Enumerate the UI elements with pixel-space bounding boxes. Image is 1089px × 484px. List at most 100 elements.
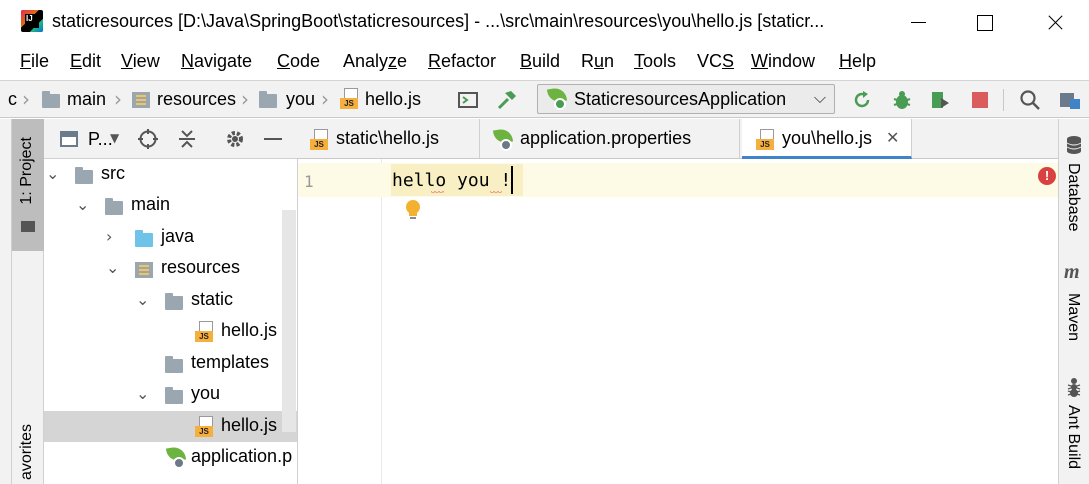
tree-node-application-properties[interactable]: application.p [44,442,297,473]
menu-view[interactable]: View [121,51,160,72]
run-with-coverage-icon[interactable] [929,89,951,111]
menu-help[interactable]: Help [839,51,876,72]
expanded-arrow-icon[interactable]: ⌄ [136,290,149,309]
spring-properties-icon [165,445,187,469]
gear-icon[interactable] [224,128,246,150]
code-line[interactable]: hello you ! [392,170,511,191]
js-file-icon: JS [310,129,330,151]
js-file-icon: JS [195,321,215,343]
tree-node-resources[interactable]: ⌄ resources [44,253,297,284]
minimize-button[interactable] [895,6,941,38]
project-view-icon [60,131,78,147]
tree-label: src [101,163,125,183]
menu-window[interactable]: Window [751,51,815,72]
breadcrumb-item-you[interactable]: you [286,89,315,110]
favorites-tool-label[interactable]: avorites [18,424,36,480]
search-icon[interactable] [1019,89,1041,111]
tree-node-you-hello-js[interactable]: JS hello.js [44,411,297,442]
menu-vcs[interactable]: VCS [697,51,734,72]
tree-node-you[interactable]: ⌄ you [44,379,297,410]
menu-file[interactable]: File [20,51,49,72]
menu-code[interactable]: Code [277,51,320,72]
toolbar-divider [1003,89,1004,111]
expanded-arrow-icon[interactable]: ⌄ [46,164,59,183]
breadcrumb-separator: › [241,87,249,111]
close-tab-icon[interactable]: ✕ [886,128,899,147]
right-tool-stripe: Database m Maven Ant Build [1058,119,1089,484]
tree-label: templates [191,352,270,372]
run-configuration-select[interactable]: StaticresourcesApplication ⌵ [537,84,835,114]
text-caret [511,166,513,194]
project-tool-window-button[interactable]: 1: Project [12,119,44,251]
intention-bulb-icon[interactable] [403,198,423,222]
close-window-button[interactable] [1030,6,1076,38]
menu-edit[interactable]: Edit [70,51,101,72]
menu-navigate[interactable]: Navigate [181,51,252,72]
expanded-arrow-icon[interactable]: ⌄ [76,195,89,214]
spelling-underline [490,191,502,195]
project-tree-scrollbar[interactable] [282,210,296,432]
tree-node-java[interactable]: › java [44,222,297,253]
tree-node-static-hello-js[interactable]: JS hello.js [44,316,297,347]
debug-bug-icon[interactable] [891,89,913,111]
project-tree: ⌄ src ⌄ main › java ⌄ resources ⌄ static… [44,159,298,484]
spelling-underline [431,191,444,195]
folder-icon [259,91,277,108]
build-hammer-icon[interactable] [496,89,518,111]
menu-run[interactable]: Run [581,51,614,72]
error-indicator-icon[interactable]: ! [1038,167,1056,185]
project-view-selector[interactable]: P... [88,129,113,150]
folder-icon [165,356,183,373]
database-tool-label[interactable]: Database [1064,163,1082,232]
breadcrumb-separator: › [22,87,30,111]
expanded-arrow-icon[interactable]: ⌄ [106,258,119,277]
chevron-down-icon[interactable]: ▼ [110,131,119,145]
folder-icon [21,221,35,232]
breadcrumb-item-hello-js[interactable]: hello.js [365,89,421,110]
js-file-icon: JS [340,88,360,110]
collapse-all-icon[interactable] [176,128,198,150]
tree-label: you [191,383,221,403]
breadcrumb-item-main[interactable]: main [67,89,106,110]
ant-build-tool-label[interactable]: Ant Build [1064,405,1082,469]
tab-you-hello-js[interactable]: JS you\hello.js ✕ [742,119,912,159]
expanded-arrow-icon[interactable]: ⌄ [136,384,149,403]
menu-bar: File Edit View Navigate Code Analyze Refactor B… [0,44,1089,78]
tree-node-src[interactable]: ⌄ src [44,159,297,190]
project-structure-icon[interactable] [1058,89,1080,111]
console-icon[interactable] [457,89,479,111]
maven-icon: m [1064,261,1080,283]
window-title: staticresources [D:\Java\SpringBoot\stat… [52,11,825,31]
tree-label: hello.js [221,320,278,340]
stop-icon[interactable] [969,89,991,111]
chevron-down-icon: ⌵ [813,88,826,107]
maximize-button[interactable] [962,6,1008,38]
menu-tools[interactable]: Tools [634,51,676,72]
locate-file-icon[interactable] [137,128,159,150]
menu-analyze[interactable]: Analyze [343,51,407,72]
menu-build[interactable]: Build [520,51,560,72]
tab-label: application.properties [520,128,692,148]
tab-label: you\hello.js [782,128,873,148]
tree-node-main[interactable]: ⌄ main [44,190,297,221]
resources-folder-icon [135,262,153,278]
tree-label: java [161,226,195,246]
breadcrumb-separator: › [321,87,329,111]
tree-node-static[interactable]: ⌄ static [44,285,297,316]
tree-label: application.p [191,446,293,466]
title-bar: IJ staticresources [D:\Java\SpringBoot\s… [0,0,1089,44]
line-number: 1 [304,172,314,191]
rerun-icon[interactable] [851,89,873,111]
tree-label: main [131,194,171,214]
tab-static-hello-js[interactable]: JS static\hello.js [298,119,480,159]
breadcrumb-item-c[interactable]: c [8,89,17,110]
minimize-panel-icon[interactable] [264,138,282,140]
tree-node-templates[interactable]: templates [44,348,297,379]
folder-icon [75,167,93,184]
menu-refactor[interactable]: Refactor [428,51,496,72]
collapsed-arrow-icon[interactable]: › [106,227,112,246]
folder-icon [165,293,183,310]
maven-tool-label[interactable]: Maven [1064,293,1082,341]
tab-application-properties[interactable]: application.properties [480,119,740,159]
breadcrumb-item-resources[interactable]: resources [157,89,236,110]
